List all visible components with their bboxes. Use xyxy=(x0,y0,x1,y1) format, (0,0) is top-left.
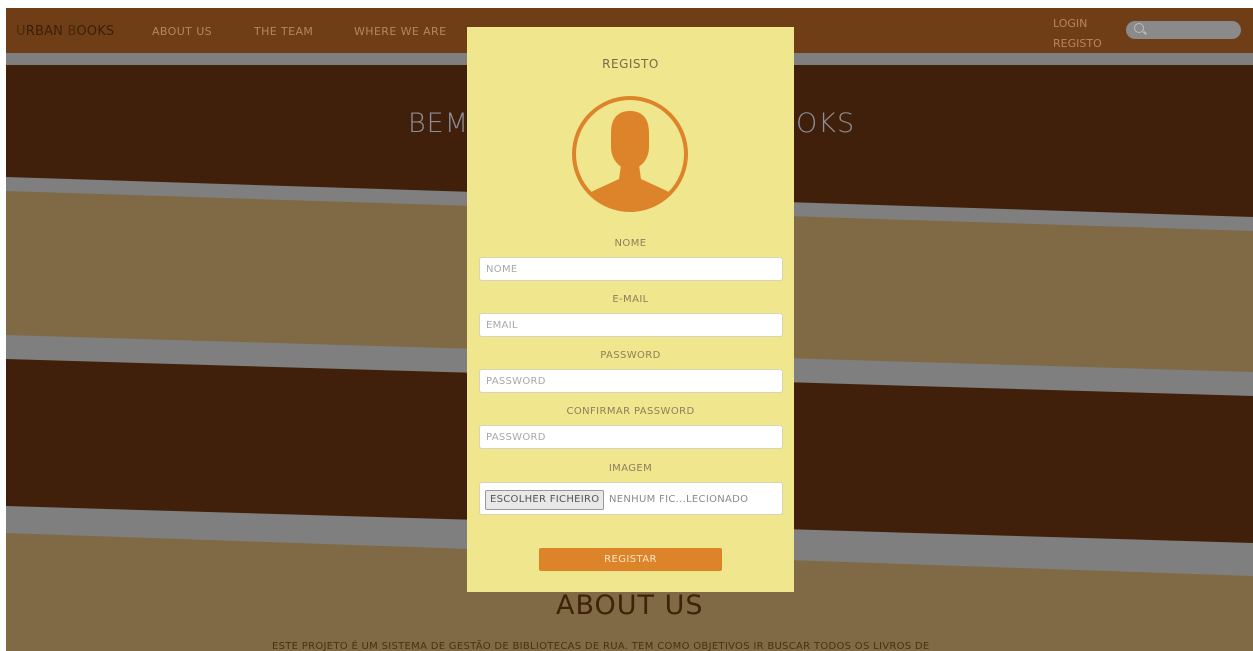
search-icon[interactable] xyxy=(1134,23,1144,33)
nav-link-the-team[interactable]: THE TEAM xyxy=(254,25,313,38)
email-input[interactable] xyxy=(479,313,783,337)
about-text: ESTE PROJETO É UM SISTEMA DE GESTÃO DE B… xyxy=(272,641,930,651)
choose-file-button[interactable]: ESCOLHER FICHEIRO xyxy=(485,490,605,510)
name-input[interactable] xyxy=(479,257,783,281)
name-label: NOME xyxy=(614,238,647,249)
nav-link-about-us[interactable]: ABOUT US xyxy=(152,25,212,38)
image-file-input: ESCOLHER FICHEIRO NENHUM FIC...LECIONADO xyxy=(479,482,783,515)
image-label: IMAGEM xyxy=(608,463,653,474)
email-label: E-MAIL xyxy=(612,294,649,305)
password-label: PASSWORD xyxy=(600,350,661,361)
brand-initial-u: U xyxy=(16,24,26,39)
hero-title-right: OKS xyxy=(796,108,856,139)
nav-link-where-we-are[interactable]: WHERE WE ARE xyxy=(354,25,446,38)
confirm-password-label: CONFIRMAR PASSWORD xyxy=(566,406,695,417)
search-input[interactable] xyxy=(1126,21,1241,39)
brand-word-2: OOKS xyxy=(76,24,115,39)
modal-title: REGISTO xyxy=(602,57,659,71)
hero-title-left: BEM xyxy=(408,108,470,139)
brand-logo[interactable]: URBAN BOOKS xyxy=(16,24,114,39)
brand-word-1: RBAN xyxy=(25,24,64,39)
user-avatar-icon xyxy=(572,96,688,212)
register-submit-button[interactable]: REGISTAR xyxy=(539,548,722,571)
file-status-text: NENHUM FIC...LECIONADO xyxy=(609,494,749,505)
register-link[interactable]: REGISTO xyxy=(1053,34,1102,54)
brand-initial-b: B xyxy=(67,24,77,39)
about-title: ABOUT US xyxy=(556,590,704,621)
confirm-password-input[interactable] xyxy=(479,425,783,449)
auth-links: LOGIN REGISTO xyxy=(1053,14,1102,54)
password-input[interactable] xyxy=(479,369,783,393)
login-link[interactable]: LOGIN xyxy=(1053,14,1102,34)
register-modal: REGISTO NOME E-MAIL PASSWORD CONFIRMAR P… xyxy=(467,27,794,592)
